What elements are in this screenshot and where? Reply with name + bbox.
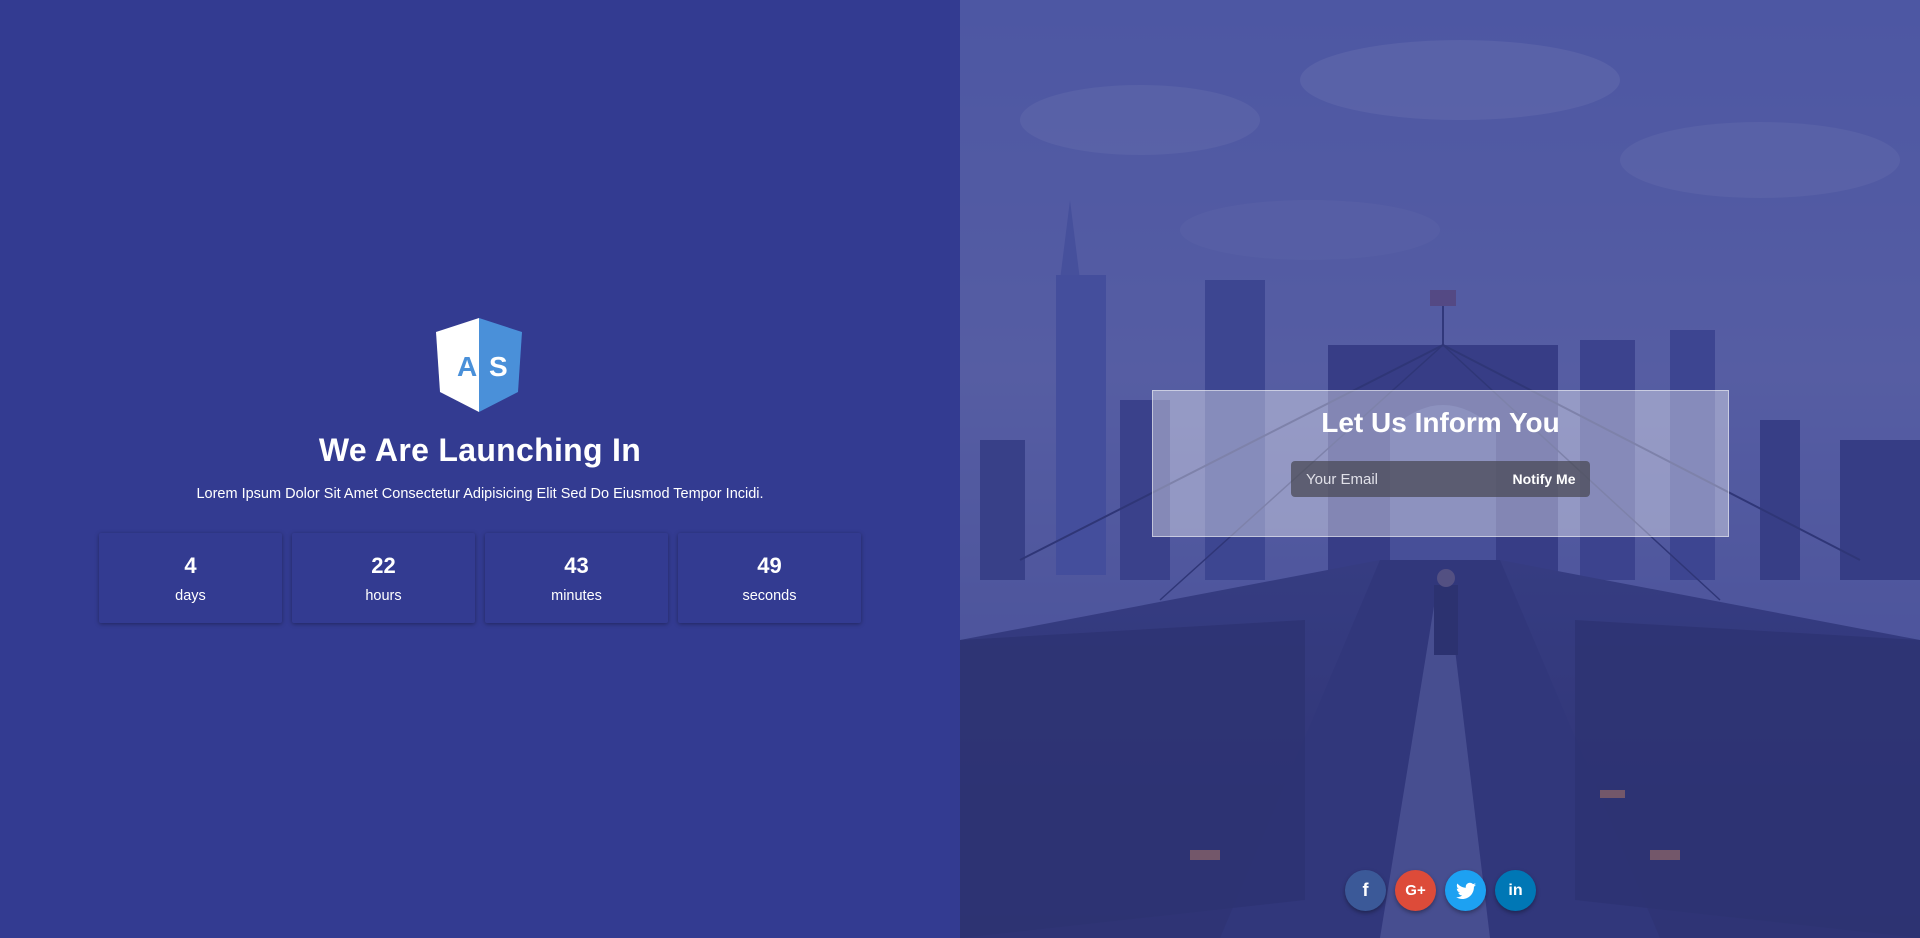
logo-letter-s: S	[489, 351, 508, 382]
facebook-button[interactable]: f	[1345, 870, 1386, 911]
countdown-value: 22	[371, 552, 396, 578]
inform-box: Let Us Inform You Notify Me	[1152, 390, 1729, 537]
countdown-minutes: 43 minutes	[485, 533, 668, 623]
linkedin-button[interactable]: in	[1495, 870, 1536, 911]
social-links: f G+ in	[1345, 870, 1536, 911]
email-input[interactable]	[1291, 461, 1498, 497]
countdown-days: 4 days	[99, 533, 282, 623]
google-plus-icon: G+	[1405, 882, 1426, 899]
countdown-value: 43	[564, 552, 589, 578]
countdown-seconds: 49 seconds	[678, 533, 861, 623]
google-plus-button[interactable]: G+	[1395, 870, 1436, 911]
logo-letter-a: A	[457, 351, 477, 382]
shield-logo-icon: A S	[436, 318, 522, 412]
twitter-button[interactable]	[1445, 870, 1486, 911]
right-panel: Let Us Inform You Notify Me f G+ in	[960, 0, 1920, 938]
countdown-value: 49	[757, 552, 782, 578]
page-title: We Are Launching In	[318, 432, 642, 468]
left-panel: A S We Are Launching In Lorem Ipsum Dolo…	[0, 0, 960, 938]
countdown: 4 days 22 hours 43 minutes 49 seconds	[99, 533, 861, 623]
countdown-unit: seconds	[742, 587, 797, 604]
twitter-icon	[1455, 882, 1476, 899]
countdown-unit: days	[175, 587, 206, 604]
countdown-value: 4	[184, 552, 197, 578]
page-subtitle: Lorem Ipsum Dolor Sit Amet Consectetur A…	[196, 486, 764, 502]
countdown-unit: minutes	[551, 587, 602, 604]
facebook-icon: f	[1362, 880, 1369, 900]
inform-title: Let Us Inform You	[1321, 407, 1560, 438]
countdown-unit: hours	[365, 587, 402, 604]
linkedin-icon: in	[1508, 881, 1523, 899]
countdown-hours: 22 hours	[292, 533, 475, 623]
notify-me-button[interactable]: Notify Me	[1498, 461, 1590, 497]
